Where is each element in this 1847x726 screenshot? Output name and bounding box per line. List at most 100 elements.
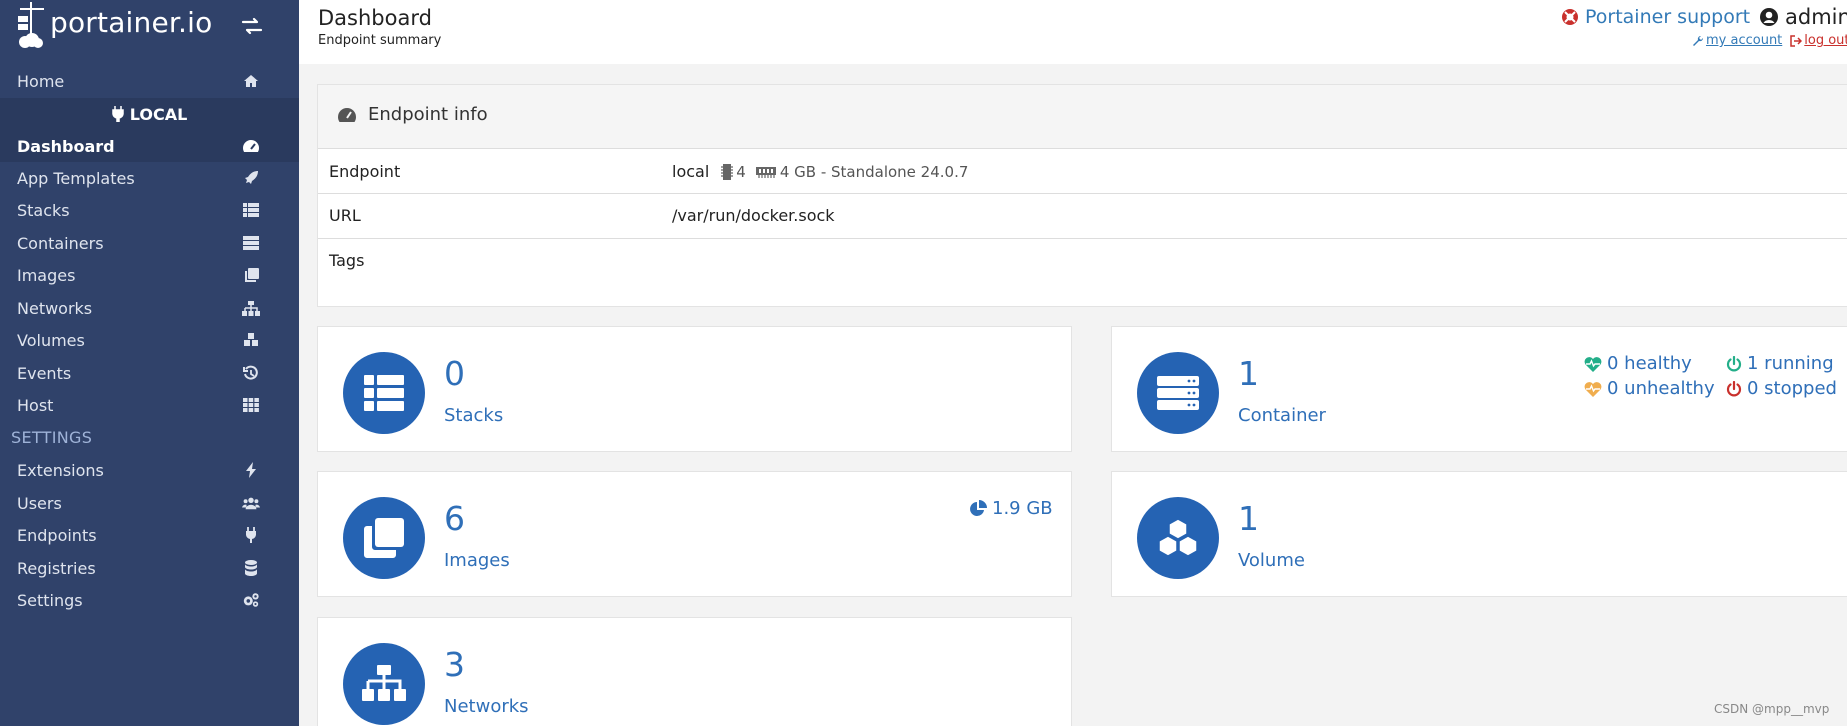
stopped-status: 0 stopped: [1726, 378, 1837, 399]
networks-count: 3: [444, 645, 465, 684]
user-label: admin: [1785, 5, 1847, 29]
sidebar-item-users[interactable]: Users: [0, 487, 299, 519]
cubes-icon: [242, 331, 260, 349]
cpu-count: 4: [736, 162, 746, 181]
table-row: URL /var/run/docker.sock: [318, 194, 1847, 239]
page-subtitle: Endpoint summary: [318, 33, 442, 48]
images-size-value: 1.9 GB: [992, 498, 1053, 519]
support-link[interactable]: Portainer support: [1561, 6, 1750, 28]
sidebar-item-app-templates[interactable]: App Templates: [0, 162, 299, 194]
sign-out-icon: [1790, 34, 1803, 47]
th-list-icon: [242, 201, 260, 219]
sidebar-item-host[interactable]: Host: [0, 389, 299, 421]
sidebar-item-label: Networks: [17, 298, 93, 318]
plug-icon: [111, 106, 124, 122]
sidebar-item-events[interactable]: Events: [0, 357, 299, 389]
containers-count: 1: [1238, 354, 1259, 393]
sidebar-item-label: Host: [17, 395, 54, 415]
sidebar-item-dashboard[interactable]: Dashboard: [0, 130, 299, 162]
containers-icon-circle: [1137, 352, 1219, 434]
sidebar-item-label: Dashboard: [17, 136, 115, 156]
endpoint-name-value: local: [672, 162, 710, 181]
plug-icon: [242, 526, 260, 544]
portainer-logo-icon: [18, 2, 44, 48]
database-icon: [242, 559, 260, 577]
stacks-label: Stacks: [444, 405, 504, 426]
table-row: Tags: [318, 239, 1847, 307]
sidebar-item-images[interactable]: Images: [0, 259, 299, 291]
sidebar-item-containers[interactable]: Containers: [0, 227, 299, 259]
sidebar-item-label: Users: [17, 493, 62, 513]
images-label: Images: [444, 550, 510, 571]
sidebar-toggle-icon[interactable]: [240, 14, 264, 38]
sidebar-item-label: Home: [17, 71, 65, 91]
support-label: Portainer support: [1585, 6, 1751, 28]
unhealthy-status: 0 unhealthy: [1584, 378, 1715, 399]
sidebar-item-label: Images: [17, 265, 76, 285]
account-links: my account log out: [1692, 33, 1847, 48]
endpoint-info-panel: Endpoint info Endpoint local 4 4 GB - St…: [317, 84, 1847, 307]
healthy-status: 0 healthy: [1584, 353, 1692, 374]
containers-widget[interactable]: 1 Container 0 healthy 0 unhealthy 1 runn…: [1111, 326, 1847, 452]
sidebar-item-settings[interactable]: Settings: [0, 584, 299, 616]
images-size: 1.9 GB: [969, 498, 1053, 519]
power-off-icon: [1726, 355, 1742, 371]
images-widget[interactable]: 6 Images 1.9 GB: [317, 471, 1072, 597]
stacks-count: 0: [444, 354, 465, 393]
panel-header: Endpoint info: [318, 85, 1847, 149]
url-value: /var/run/docker.sock: [672, 206, 835, 225]
wrench-icon: [1693, 35, 1704, 46]
stacks-icon-circle: [343, 352, 425, 434]
images-count: 6: [444, 499, 465, 538]
page-header: Dashboard Endpoint summary Portainer sup…: [299, 0, 1847, 64]
volumes-widget[interactable]: 1 Volume: [1111, 471, 1847, 597]
panel-title: Endpoint info: [368, 104, 488, 125]
row-value: local 4 4 GB - Standalone 24.0.7: [672, 162, 968, 181]
stacks-widget[interactable]: 0 Stacks: [317, 326, 1072, 452]
brand-name: portainer.io: [50, 6, 213, 39]
brand[interactable]: portainer.io: [0, 0, 299, 54]
microchip-icon: [721, 163, 734, 180]
sidebar-item-home[interactable]: Home: [0, 65, 299, 97]
th-icon: [242, 396, 260, 414]
power-off-icon: [1726, 380, 1742, 396]
sidebar-item-label: Extensions: [17, 460, 104, 480]
sidebar-item-extensions[interactable]: Extensions: [0, 454, 299, 486]
pie-chart-icon: [970, 499, 987, 516]
endpoint-name: LOCAL: [129, 104, 188, 124]
my-account-link[interactable]: my account: [1692, 33, 1782, 48]
cogs-icon: [242, 591, 260, 609]
tachometer-icon: [338, 108, 356, 122]
sitemap-icon: [242, 299, 260, 317]
life-ring-icon: [1562, 9, 1578, 25]
sidebar-item-label: Stacks: [17, 200, 70, 220]
running-count: 1 running: [1747, 353, 1834, 374]
volumes-icon-circle: [1137, 497, 1219, 579]
settings-section-title: SETTINGS: [11, 428, 93, 447]
memory-info: 4 GB - Standalone 24.0.7: [779, 162, 969, 181]
user-circle-icon: [1760, 8, 1778, 26]
networks-icon-circle: [343, 643, 425, 725]
sidebar-item-networks[interactable]: Networks: [0, 292, 299, 324]
home-icon: [242, 72, 260, 90]
sidebar-item-stacks[interactable]: Stacks: [0, 194, 299, 226]
volumes-label: Volume: [1238, 550, 1305, 571]
sidebar-item-endpoints[interactable]: Endpoints: [0, 519, 299, 551]
page-title: Dashboard: [318, 6, 432, 30]
row-key: URL: [329, 206, 361, 225]
sidebar-item-label: Volumes: [17, 330, 85, 350]
sidebar-item-registries[interactable]: Registries: [0, 552, 299, 584]
sidebar-item-volumes[interactable]: Volumes: [0, 324, 299, 356]
tachometer-icon: [242, 137, 260, 155]
log-out-link[interactable]: log out: [1790, 33, 1847, 48]
memory-icon: [755, 166, 776, 178]
unhealthy-count: 0 unhealthy: [1607, 378, 1715, 399]
table-row: Endpoint local 4 4 GB - Standalone 24.0.…: [318, 149, 1847, 194]
rocket-icon: [242, 169, 260, 187]
containers-label: Container: [1238, 405, 1326, 426]
images-icon-circle: [343, 497, 425, 579]
networks-widget[interactable]: 3 Networks: [317, 617, 1072, 726]
sidebar-item-label: Events: [17, 363, 72, 383]
watermark: CSDN @mpp__mvp: [1714, 702, 1830, 716]
clone-icon: [242, 266, 260, 284]
